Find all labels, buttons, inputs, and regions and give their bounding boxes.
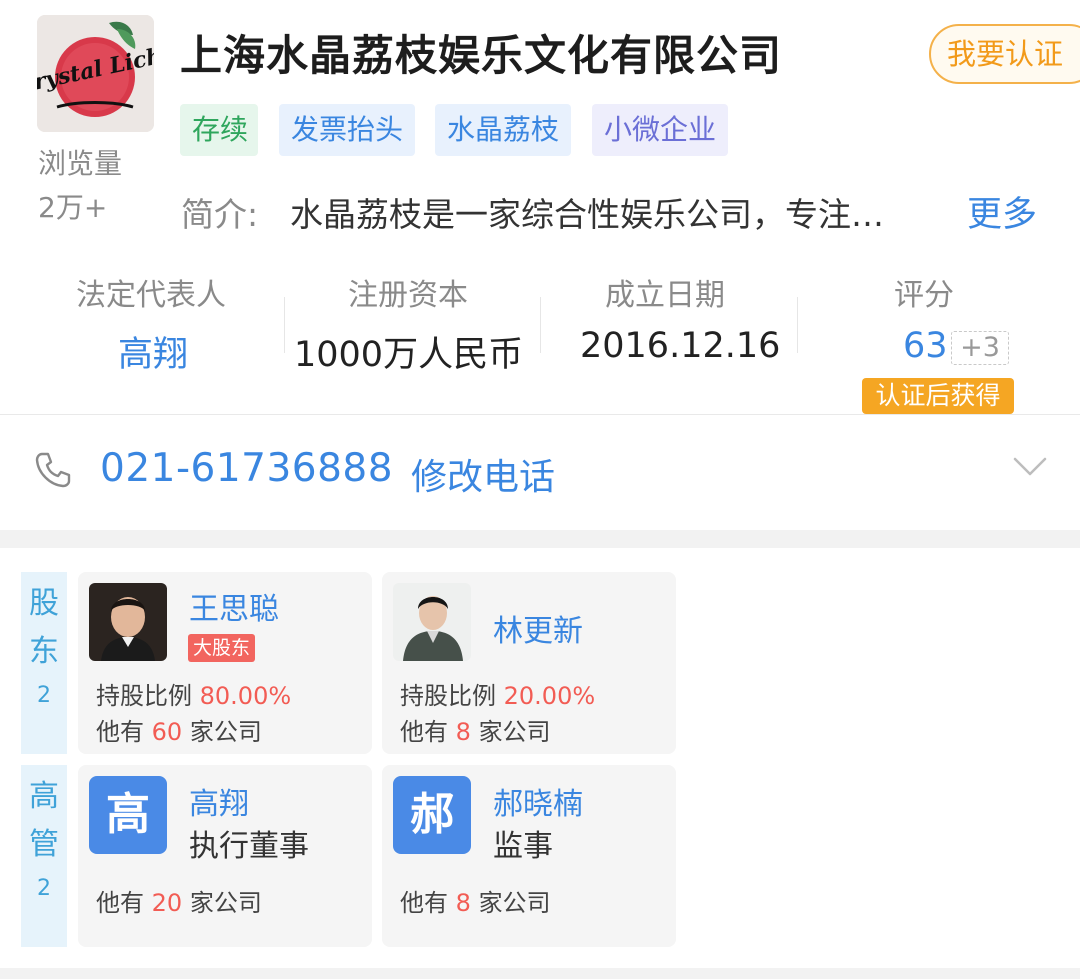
tag-invoice-title[interactable]: 发票抬头 [279,104,415,156]
other-companies-count: 8 [455,889,471,917]
other-companies-count: 60 [151,718,183,746]
founded-label: 成立日期 [605,278,725,313]
shareholder-name[interactable]: 林更新 [493,606,583,650]
person-photo-icon [393,583,471,661]
legal-rep-label: 法定代表人 [76,278,226,313]
score-label: 评分 [894,278,954,313]
other-companies-prefix: 他有 [400,889,448,917]
other-companies-line[interactable]: 他有 20 家公司 [96,883,262,918]
shareholder-card[interactable]: 林更新 持股比例 20.00% 他有 8 家公司 [382,572,676,754]
avatar: 郝 [393,776,471,854]
section-separator [0,530,1080,548]
other-companies-prefix: 他有 [96,718,144,746]
person-photo-icon [89,583,167,661]
other-companies-suffix: 家公司 [189,889,262,917]
capital-value: 1000万人民币 [294,335,524,375]
shareholder-card[interactable]: 王思聪 大股东 持股比例 80.00% 他有 60 家公司 [78,572,372,754]
executive-card[interactable]: 高 高翔 执行董事 他有 20 家公司 [78,765,372,947]
share-ratio-value: 80.00% [199,682,292,710]
share-ratio-label: 持股比例 [400,682,496,710]
other-companies-line[interactable]: 他有 60 家公司 [96,712,262,747]
score-plus: +3 [951,331,1009,365]
phone-icon [35,452,71,488]
lychee-logo-icon: Crystal Lichi [37,15,154,132]
founded-value: 2016.12.16 [580,326,781,366]
executive-name[interactable]: 郝晓楠 [493,779,583,823]
stat-divider [797,297,798,353]
executives-label[interactable]: 高 管 2 [21,765,67,947]
shareholders-label-char-2: 东 [29,634,59,669]
executive-card[interactable]: 郝 郝晓楠 监事 他有 8 家公司 [382,765,676,947]
shareholders-label-char-1: 股 [29,586,59,621]
section-separator [0,968,1080,979]
company-name: 上海水晶荔枝娱乐文化有限公司 [180,31,783,80]
shareholders-label[interactable]: 股 东 2 [21,572,67,754]
divider [0,414,1080,415]
views-count: 2万+ [38,191,108,224]
other-companies-suffix: 家公司 [478,718,551,746]
stat-divider [540,297,541,353]
executives-label-char-2: 管 [29,827,59,862]
tag-status: 存续 [180,104,258,156]
avatar [393,583,471,661]
other-companies-count: 8 [455,718,471,746]
avatar [89,583,167,661]
executives-count: 2 [37,876,51,901]
other-companies-prefix: 他有 [96,889,144,917]
executive-role: 监事 [493,829,553,864]
legal-rep-value[interactable]: 高翔 [118,326,188,377]
intro-more-link[interactable]: 更多 [967,186,1037,237]
other-companies-line[interactable]: 他有 8 家公司 [400,712,551,747]
edit-phone-link[interactable]: 修改电话 [411,448,555,500]
share-ratio-line: 持股比例 20.00% [400,676,595,711]
other-companies-suffix: 家公司 [478,889,551,917]
executive-name[interactable]: 高翔 [189,779,249,823]
share-ratio-line: 持股比例 80.00% [96,676,291,711]
other-companies-line[interactable]: 他有 8 家公司 [400,883,551,918]
company-logo[interactable]: Crystal Lichi [37,15,154,132]
executives-label-char-1: 高 [29,779,59,814]
shareholders-count: 2 [37,683,51,708]
tag-brand[interactable]: 水晶荔枝 [435,104,571,156]
tag-company-size: 小微企业 [592,104,728,156]
verify-button[interactable]: 我要认证 [929,24,1080,84]
score-badge: 认证后获得 [862,378,1014,414]
share-ratio-label: 持股比例 [96,682,192,710]
chevron-down-icon[interactable] [1012,455,1048,479]
capital-label: 注册资本 [348,278,468,313]
avatar: 高 [89,776,167,854]
other-companies-prefix: 他有 [400,718,448,746]
executive-role: 执行董事 [189,829,309,864]
views-label: 浏览量 [38,147,123,180]
shareholder-name[interactable]: 王思聪 [189,584,279,628]
intro-text: 水晶荔枝是一家综合性娱乐公司，专注… [290,195,884,234]
share-ratio-value: 20.00% [503,682,596,710]
other-companies-count: 20 [151,889,183,917]
stat-divider [284,297,285,353]
score-value[interactable]: 63 [903,326,948,366]
major-shareholder-badge: 大股东 [188,634,256,662]
other-companies-suffix: 家公司 [189,718,262,746]
intro-label: 简介: [181,195,259,234]
phone-number[interactable]: 021-61736888 [100,446,393,491]
